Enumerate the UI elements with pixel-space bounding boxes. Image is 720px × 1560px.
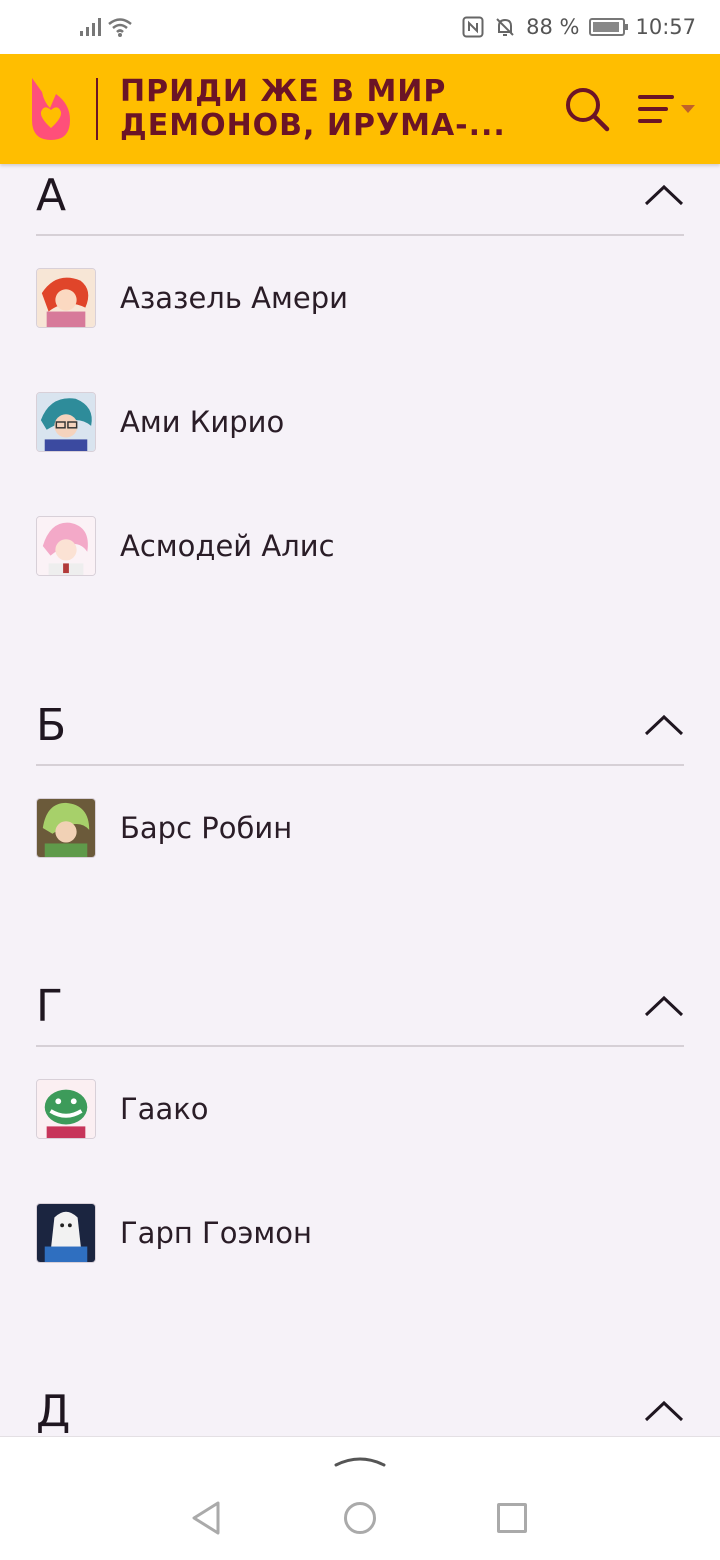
section-letter: Д	[36, 1385, 71, 1437]
status-left	[80, 16, 133, 38]
back-icon[interactable]	[190, 1500, 222, 1536]
avatar	[36, 798, 96, 858]
clock: 10:57	[635, 15, 696, 39]
swipe-up-handle-icon[interactable]	[334, 1451, 386, 1469]
section-header[interactable]: Д	[36, 1372, 684, 1436]
section-g: Г Гаако Гарп Гоэмон	[36, 967, 684, 1295]
section-a: А Азазель Амери Ами Кирио Асмодей Алис	[36, 164, 684, 608]
avatar	[36, 516, 96, 576]
section-b: Б Барс Робин	[36, 686, 684, 890]
list-item[interactable]: Ами Кирио	[36, 360, 684, 484]
nfc-icon	[462, 16, 484, 38]
section-letter: Г	[36, 980, 63, 1032]
menu-button[interactable]	[638, 93, 696, 125]
wiki-title[interactable]: ПРИДИ ЖЕ В МИР ДЕМОНОВ, ИРУМА-...	[120, 74, 506, 143]
recent-apps-icon[interactable]	[497, 1503, 527, 1533]
list-item[interactable]: Барс Робин	[36, 766, 684, 890]
avatar	[36, 1079, 96, 1139]
wiki-title-line2: ДЕМОНОВ, ИРУМА-...	[120, 108, 506, 143]
status-right: 88 % 10:57	[462, 15, 696, 39]
list-item[interactable]: Гаако	[36, 1047, 684, 1171]
list-item[interactable]: Гарп Гоэмон	[36, 1171, 684, 1295]
menu-icon	[638, 95, 674, 123]
avatar	[36, 268, 96, 328]
item-name: Асмодей Алис	[120, 529, 335, 563]
caret-down-icon	[681, 105, 695, 113]
battery-icon	[589, 18, 629, 36]
fandom-logo-icon[interactable]	[24, 74, 78, 144]
header-divider	[96, 78, 98, 140]
section-header[interactable]: А	[36, 164, 684, 236]
item-name: Гарп Гоэмон	[120, 1216, 312, 1250]
section-header[interactable]: Б	[36, 686, 684, 766]
bell-off-icon	[496, 18, 514, 36]
chevron-up-icon[interactable]	[644, 995, 684, 1017]
section-letter: Б	[36, 699, 67, 751]
item-name: Барс Робин	[120, 811, 293, 845]
status-bar: 88 % 10:57	[0, 0, 720, 54]
signal-icon	[80, 18, 101, 36]
chevron-up-icon[interactable]	[644, 714, 684, 736]
wiki-title-line1: ПРИДИ ЖЕ В МИР	[120, 74, 447, 109]
battery-percent: 88 %	[526, 15, 580, 39]
section-d: Д	[36, 1372, 684, 1436]
avatar	[36, 392, 96, 452]
item-name: Азазель Амери	[120, 281, 348, 315]
search-icon[interactable]	[562, 84, 612, 134]
character-list: А Азазель Амери Ами Кирио Асмодей Алис Б…	[0, 164, 720, 1436]
avatar	[36, 1203, 96, 1263]
chevron-up-icon[interactable]	[644, 1400, 684, 1422]
section-letter: А	[36, 169, 67, 221]
app-header: ПРИДИ ЖЕ В МИР ДЕМОНОВ, ИРУМА-...	[0, 54, 720, 164]
item-name: Гаако	[120, 1092, 209, 1126]
item-name: Ами Кирио	[120, 405, 285, 439]
home-icon[interactable]	[344, 1502, 376, 1534]
list-item[interactable]: Асмодей Алис	[36, 484, 684, 608]
wifi-icon	[108, 18, 132, 37]
section-header[interactable]: Г	[36, 967, 684, 1047]
chevron-up-icon[interactable]	[644, 184, 684, 206]
list-item[interactable]: Азазель Амери	[36, 236, 684, 360]
system-nav-bar	[0, 1436, 720, 1560]
